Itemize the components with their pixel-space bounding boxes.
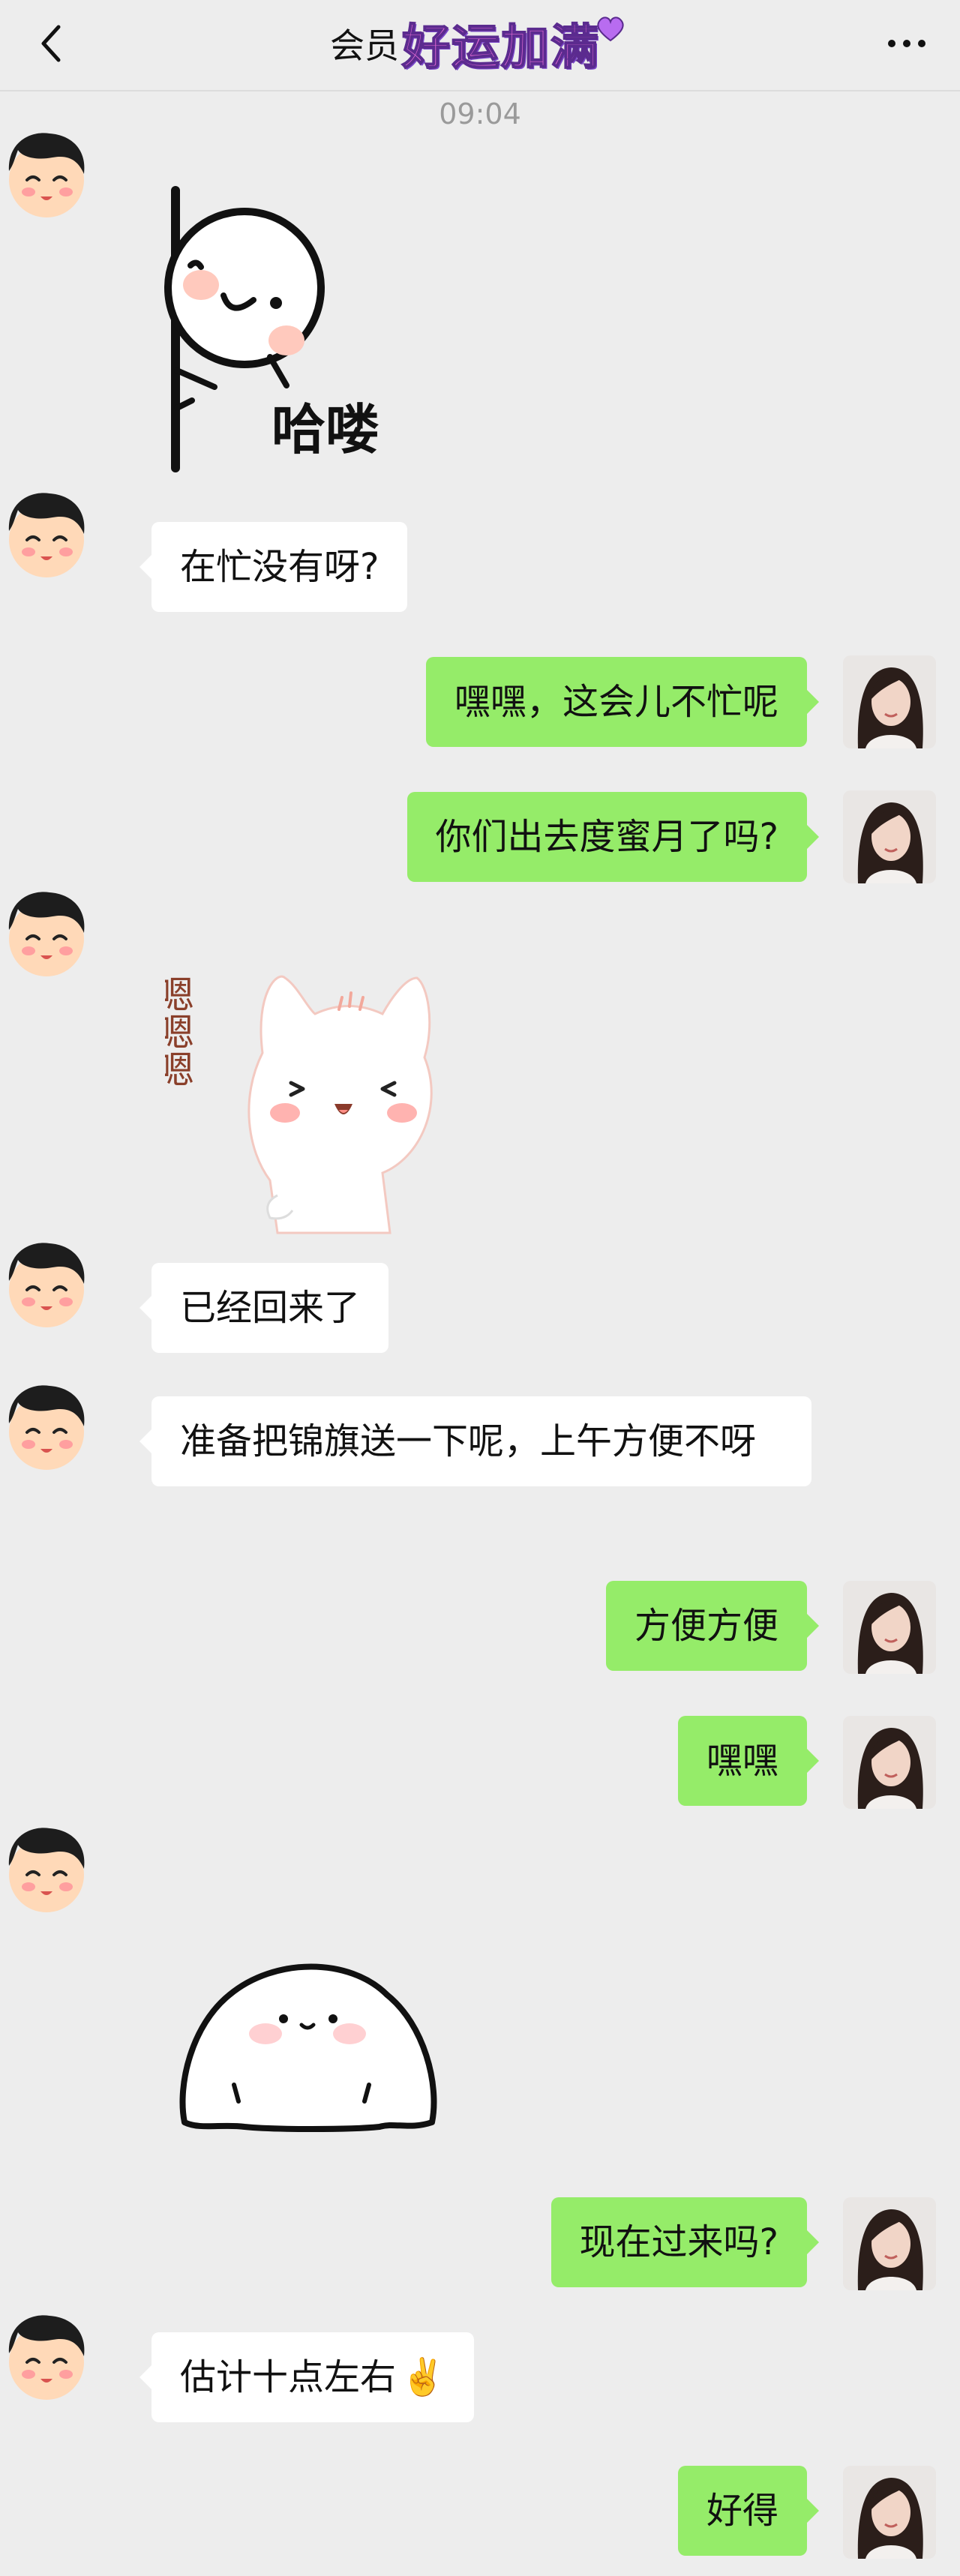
message-text: 好得 — [706, 2490, 778, 2532]
contact-avatar[interactable] — [0, 487, 93, 580]
woman-photo-avatar — [843, 2466, 936, 2559]
message-text: 你们出去度蜜月了吗? — [435, 816, 778, 858]
cartoon-boy-avatar — [8, 892, 85, 976]
message-text: 嘿嘿，这会儿不忙呢 — [454, 681, 778, 723]
chat-header: 会员 好运加满 — [0, 0, 960, 91]
self-avatar[interactable] — [843, 2197, 936, 2290]
message-bubble-received[interactable]: 准备把锦旗送一下呢，上午方便不呀 — [140, 1396, 812, 1486]
contact-avatar[interactable] — [0, 1822, 93, 1915]
self-avatar[interactable] — [843, 790, 936, 883]
message-bubble-sent[interactable]: 好得 — [677, 2466, 820, 2556]
message-text: 准备把锦旗送一下呢，上午方便不呀 — [180, 1420, 757, 1462]
woman-photo-avatar — [843, 1716, 936, 1809]
cartoon-boy-avatar — [8, 2315, 85, 2400]
message-bubble-sent[interactable]: 方便方便 — [605, 1581, 820, 1671]
woman-photo-avatar — [843, 1581, 936, 1674]
contact-avatar[interactable] — [0, 2310, 93, 2403]
message-bubble-sent[interactable]: 嘿嘿 — [677, 1716, 820, 1806]
peek-hello-sticker[interactable]: 哈喽 — [154, 183, 470, 475]
chat-title: 会员 — [330, 25, 399, 66]
woman-photo-avatar — [843, 655, 936, 748]
sticker-caption: 嗯嗯嗯 — [165, 975, 194, 1087]
message-text: 已经回来了 — [180, 1287, 361, 1329]
back-button[interactable] — [30, 21, 75, 66]
sticker-caption: 哈喽 — [272, 398, 380, 461]
contact-avatar[interactable] — [0, 127, 93, 220]
contact-avatar[interactable] — [0, 886, 93, 979]
self-avatar[interactable] — [843, 1716, 936, 1809]
chevron-left-icon — [41, 25, 61, 62]
message-bubble-received[interactable]: 估计十点左右 ✌️ — [140, 2332, 474, 2422]
self-avatar[interactable] — [843, 1581, 936, 1674]
contact-avatar[interactable] — [0, 1237, 93, 1330]
chat-title-area: 会员 好运加满 — [330, 13, 626, 76]
cat-nod-sticker[interactable]: 嗯嗯嗯 — [151, 925, 450, 1240]
message-bubble-sent[interactable]: 你们出去度蜜月了吗? — [406, 792, 820, 882]
message-text: 估计十点左右 — [180, 2356, 397, 2398]
more-button[interactable] — [880, 22, 933, 64]
message-text: 方便方便 — [634, 1605, 778, 1647]
message-bubble-received[interactable]: 在忙没有呀? — [139, 522, 408, 612]
cartoon-boy-avatar — [8, 1385, 85, 1470]
title-sticker-text: 好运加满 — [401, 19, 600, 76]
victory-hand-emoji: ✌️ — [400, 2356, 446, 2398]
self-avatar[interactable] — [843, 2466, 936, 2559]
cartoon-boy-avatar — [8, 133, 85, 217]
message-bubble-sent[interactable]: 现在过来吗? — [550, 2197, 820, 2287]
self-avatar[interactable] — [843, 655, 936, 748]
message-bubble-received[interactable]: 已经回来了 — [139, 1263, 389, 1353]
woman-photo-avatar — [843, 2197, 936, 2290]
message-timestamp: 09:04 — [439, 97, 521, 130]
contact-avatar[interactable] — [0, 1380, 93, 1473]
message-text: 嘿嘿 — [706, 1740, 778, 1782]
ellipsis-icon — [888, 40, 926, 47]
message-text: 现在过来吗? — [579, 2221, 778, 2263]
message-text: 在忙没有呀? — [180, 546, 380, 588]
heart-icon — [597, 16, 624, 42]
ghost-blob-sticker[interactable] — [170, 1950, 447, 2137]
woman-photo-avatar — [843, 790, 936, 883]
cartoon-boy-avatar — [8, 1828, 85, 1912]
cartoon-boy-avatar — [8, 493, 85, 577]
message-bubble-sent[interactable]: 嘿嘿，这会儿不忙呢 — [425, 657, 820, 747]
cartoon-boy-avatar — [8, 1243, 85, 1327]
